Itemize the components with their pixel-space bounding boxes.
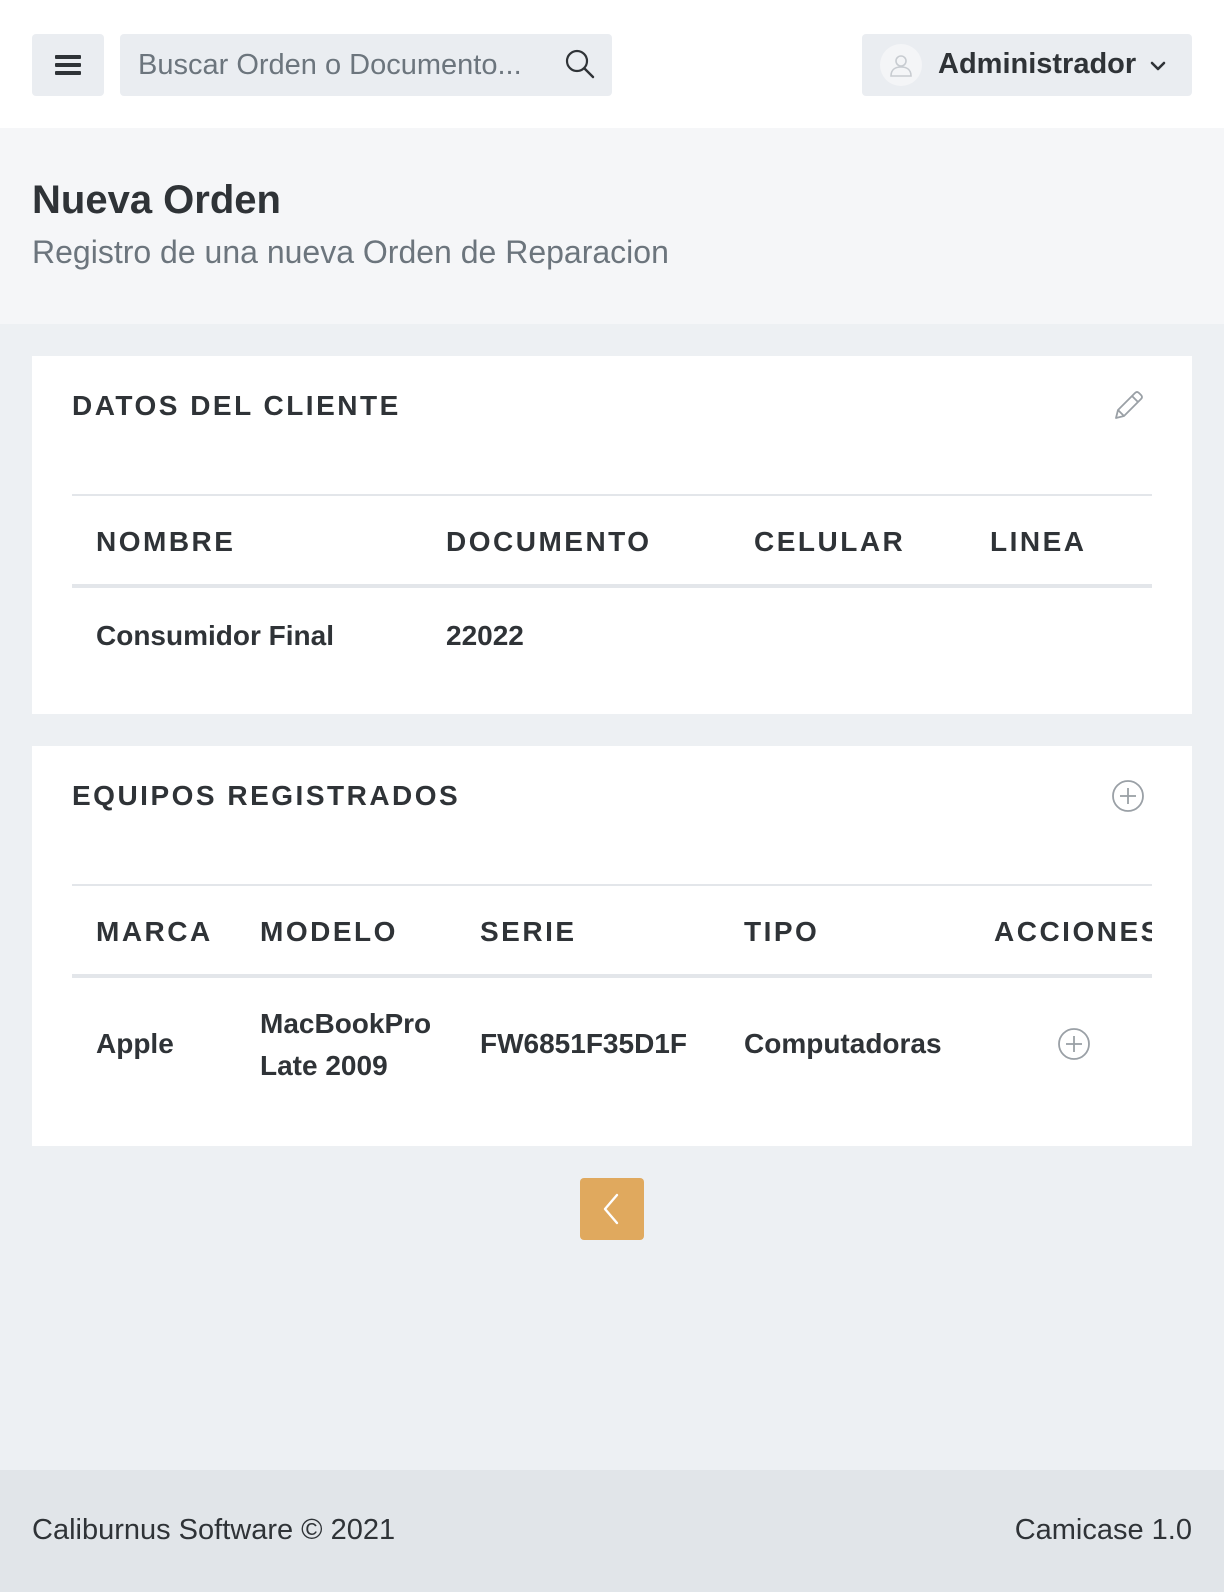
- user-menu-button[interactable]: Administrador: [862, 34, 1192, 96]
- footer: Caliburnus Software © 2021 Camicase 1.0: [0, 1470, 1224, 1592]
- equipment-tipo: Computadoras: [744, 1028, 942, 1059]
- user-name: Administrador: [938, 48, 1137, 80]
- client-table: NOMBRE DOCUMENTO CELULAR LINEA Consumido…: [72, 494, 1152, 694]
- user-icon: [890, 55, 912, 77]
- column-header-acciones: ACCIONES: [994, 916, 1152, 947]
- page-subtitle: Registro de una nueva Orden de Reparacio…: [32, 234, 669, 270]
- equipment-serie: FW6851F35D1F: [480, 1028, 687, 1059]
- chevron-down-icon: [1150, 61, 1166, 71]
- column-header-documento: DOCUMENTO: [446, 526, 652, 557]
- search-input[interactable]: [120, 34, 550, 96]
- card-title: EQUIPOS REGISTRADOS: [72, 780, 461, 811]
- hamburger-icon: [55, 55, 81, 75]
- menu-toggle-button[interactable]: [32, 34, 104, 96]
- avatar: [880, 44, 922, 86]
- client-nombre: Consumidor Final: [96, 620, 334, 651]
- column-header-tipo: TIPO: [744, 916, 820, 947]
- footer-copyright: Caliburnus Software © 2021: [32, 1514, 396, 1546]
- card-title: DATOS DEL CLIENTE: [72, 390, 401, 421]
- back-button[interactable]: [580, 1178, 644, 1240]
- footer-version: Camicase 1.0: [1014, 1514, 1192, 1546]
- row-add-action-icon[interactable]: [1056, 1026, 1092, 1062]
- client-data-card: DATOS DEL CLIENTE NOMBRE DOCUMENTO CELUL…: [32, 356, 1192, 714]
- client-documento: 22022: [446, 620, 524, 651]
- column-header-marca: MARCA: [96, 916, 213, 947]
- search-icon[interactable]: [564, 48, 596, 80]
- column-header-celular: CELULAR: [754, 526, 906, 557]
- registered-equipment-card: EQUIPOS REGISTRADOS MARCA MODELO SERIE T…: [32, 746, 1192, 1146]
- equipment-modelo-line1: MacBookPro: [260, 1008, 432, 1039]
- add-equipment-icon[interactable]: [1108, 776, 1148, 816]
- equipment-marca: Apple: [96, 1028, 174, 1059]
- column-header-nombre: NOMBRE: [96, 526, 236, 557]
- column-header-linea: LINEA: [990, 526, 1087, 557]
- column-header-serie: SERIE: [480, 916, 577, 947]
- column-header-modelo: MODELO: [260, 916, 398, 947]
- top-bar: Administrador: [0, 0, 1224, 128]
- chevron-left-icon: [603, 1193, 619, 1225]
- search-box: [120, 34, 612, 96]
- pencil-icon[interactable]: [1108, 386, 1148, 426]
- equipment-table: MARCA MODELO SERIE TIPO ACCIONES Apple M…: [72, 884, 1152, 1124]
- page-heading: Nueva Orden Registro de una nueva Orden …: [0, 128, 1224, 324]
- equipment-modelo-line2: Late 2009: [260, 1050, 388, 1081]
- page-title: Nueva Orden: [32, 178, 281, 222]
